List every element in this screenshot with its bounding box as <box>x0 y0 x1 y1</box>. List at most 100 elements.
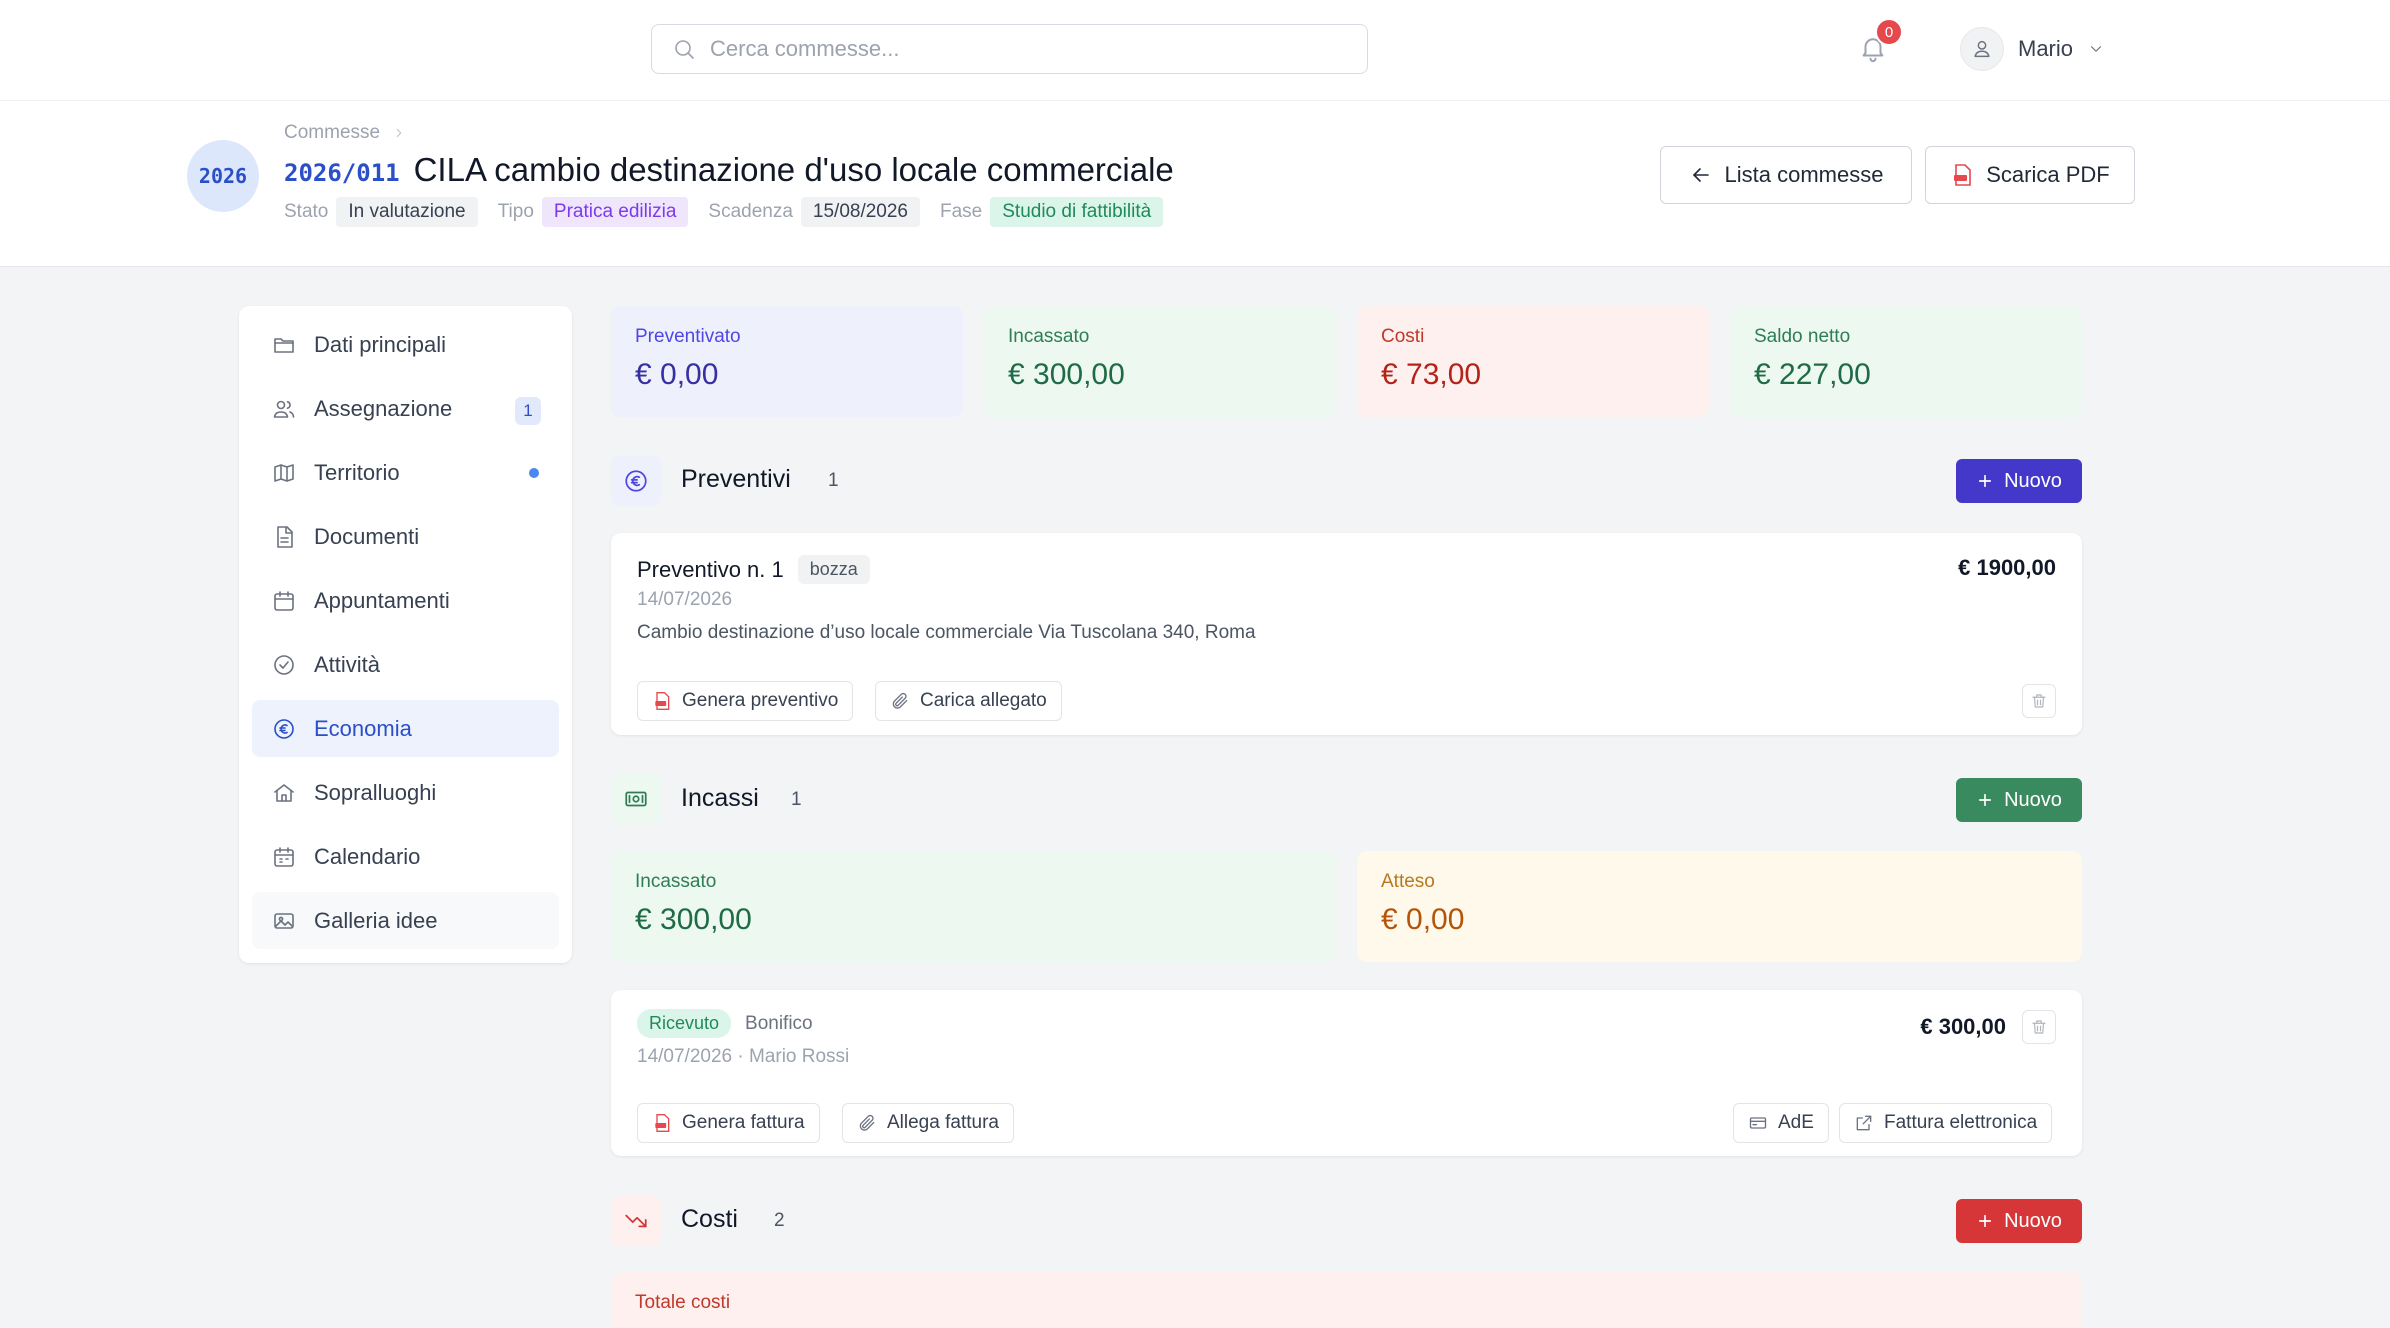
sidebar-item-label: Assegnazione <box>314 395 453 421</box>
sidebar-item-label: Economia <box>314 715 412 741</box>
user-menu[interactable]: Mario <box>1960 26 2105 72</box>
incasso-amount: € 300,00 <box>1920 1014 2006 1039</box>
incassi-section-icon <box>611 774 661 824</box>
search-input[interactable] <box>710 36 1330 62</box>
preventivo-header: Preventivo n. 1 bozza <box>637 555 870 584</box>
summary-saldo-value: € 227,00 <box>1754 358 1871 391</box>
users-icon <box>273 400 295 418</box>
preventivo-status-badge: bozza <box>797 555 870 584</box>
sidebar-item-label: Sopralluoghi <box>314 779 437 805</box>
sidebar-item-appuntamenti[interactable]: Appuntamenti <box>252 572 559 629</box>
preventivo-date: 14/07/2026 <box>637 589 733 610</box>
scadenza-label: Scadenza <box>708 201 793 222</box>
trending-down-icon <box>625 1214 647 1228</box>
incassi-incassato-value: € 300,00 <box>635 903 752 936</box>
card-icon <box>1749 1117 1767 1129</box>
summary-incassato-label: Incassato <box>1008 326 1090 347</box>
chevron-down-icon <box>2090 46 2102 52</box>
incasso-date-person: 14/07/2026 · Mario Rossi <box>637 1046 850 1067</box>
carica-allegato-button[interactable]: Carica allegato <box>875 681 1062 721</box>
incasso-method: Bonifico <box>745 1012 813 1034</box>
nuovo-preventivo-button[interactable]: Nuovo <box>1956 459 2082 503</box>
check-circle-icon <box>274 654 294 675</box>
delete-incasso-button[interactable] <box>2022 1010 2056 1044</box>
sidebar-item-label: Appuntamenti <box>314 587 450 613</box>
scadenza-badge: 15/08/2026 <box>800 197 920 227</box>
preventivi-count: 1 <box>828 470 839 491</box>
sidebar-item-documenti[interactable]: Documenti <box>252 508 559 565</box>
sidebar-item-label: Calendario <box>314 843 421 869</box>
costi-total-card: Totale costi <box>611 1272 2082 1328</box>
external-link-icon <box>1856 1115 1872 1131</box>
arrow-left-icon <box>1692 168 1709 182</box>
sidebar-item-attivita[interactable]: Attività <box>252 636 559 693</box>
costi-title: Costi <box>681 1205 738 1233</box>
incasso-header: Ricevuto Bonifico <box>637 1009 813 1038</box>
assegnazione-count-badge: 1 <box>515 397 541 425</box>
costi-count: 2 <box>774 1210 785 1231</box>
costi-section-icon <box>611 1196 661 1246</box>
banknote-icon <box>625 791 647 807</box>
sidebar-item-assegnazione[interactable]: Assegnazione 1 <box>252 380 559 437</box>
sidebar: Dati principali Assegnazione 1 Territori… <box>239 306 572 963</box>
genera-preventivo-label: Genera preventivo <box>682 690 839 711</box>
preventivi-section-icon <box>611 456 661 506</box>
allega-fattura-button[interactable]: Allega fattura <box>842 1103 1014 1143</box>
delete-preventivo-button[interactable] <box>2022 684 2056 718</box>
fase-badge: Studio di fattibilità <box>990 197 1164 227</box>
sidebar-item-label: Documenti <box>314 523 420 549</box>
user-name: Mario <box>2018 36 2074 61</box>
genera-fattura-label: Genera fattura <box>682 1112 805 1133</box>
lista-commesse-button[interactable]: Lista commesse <box>1660 146 1912 204</box>
incasso-card: Ricevuto Bonifico € 300,00 14/07/2026 · … <box>611 990 2082 1156</box>
costi-total-label: Totale costi <box>635 1292 731 1313</box>
summary-preventivato-value: € 0,00 <box>635 358 719 391</box>
nuovo-costo-button[interactable]: Nuovo <box>1956 1199 2082 1243</box>
nuovo-label: Nuovo <box>2004 1209 2062 1232</box>
trash-icon <box>2032 694 2046 708</box>
document-icon <box>277 525 293 548</box>
summary-costi-label: Costi <box>1381 326 1425 347</box>
euro-icon <box>625 470 647 492</box>
fattura-elettronica-button[interactable]: Fattura elettronica <box>1839 1103 2053 1143</box>
sidebar-item-dati-principali[interactable]: Dati principali <box>252 316 559 373</box>
sidebar-item-sopralluoghi[interactable]: Sopralluoghi <box>252 764 559 821</box>
euro-icon <box>274 718 294 739</box>
incassi-atteso-card: Atteso € 0,00 <box>1357 851 2082 962</box>
sidebar-item-galleria-idee[interactable]: Galleria idee <box>252 892 559 949</box>
nuovo-label: Nuovo <box>2004 469 2062 492</box>
top-bar: 0 Mario <box>0 0 2390 101</box>
preventivo-amount: € 1900,00 <box>1958 555 2056 580</box>
genera-preventivo-button[interactable]: Genera preventivo <box>637 681 854 721</box>
home-icon <box>274 783 294 802</box>
nuovo-incasso-button[interactable]: Nuovo <box>1956 778 2082 822</box>
incassi-atteso-value: € 0,00 <box>1381 903 1465 936</box>
summary-saldo-card: Saldo netto € 227,00 <box>1730 306 2082 417</box>
scarica-pdf-button[interactable]: Scarica PDF <box>1925 146 2135 204</box>
search-icon <box>675 40 694 59</box>
image-icon <box>274 912 294 929</box>
calendar-icon <box>274 590 294 611</box>
ade-label: AdE <box>1778 1112 1814 1133</box>
map-icon <box>274 463 294 482</box>
plus-icon <box>1979 474 1992 488</box>
summary-incassato-value: € 300,00 <box>1008 358 1125 391</box>
genera-fattura-button[interactable]: Genera fattura <box>637 1103 820 1143</box>
sidebar-item-territorio[interactable]: Territorio <box>252 444 559 501</box>
sidebar-item-calendario[interactable]: Calendario <box>252 828 559 885</box>
incassi-title: Incassi <box>681 784 759 812</box>
plus-icon <box>1979 1214 1992 1228</box>
sidebar-item-economia[interactable]: Economia <box>252 700 559 757</box>
stato-badge: In valutazione <box>336 197 478 227</box>
pdf-icon <box>655 692 670 710</box>
territorio-status-dot <box>529 468 539 478</box>
pdf-icon <box>655 1114 670 1132</box>
page-title: 2026/011 CILA cambio destinazione d'uso … <box>284 151 1174 189</box>
breadcrumb-commesse-link[interactable]: Commesse <box>284 122 380 144</box>
incassi-count: 1 <box>791 789 802 810</box>
chevron-right-icon <box>396 129 402 137</box>
ade-button[interactable]: AdE <box>1733 1103 1829 1143</box>
notification-count-badge: 0 <box>1875 18 1903 46</box>
incassi-incassato-label: Incassato <box>635 871 717 892</box>
search-box[interactable] <box>651 24 1368 74</box>
